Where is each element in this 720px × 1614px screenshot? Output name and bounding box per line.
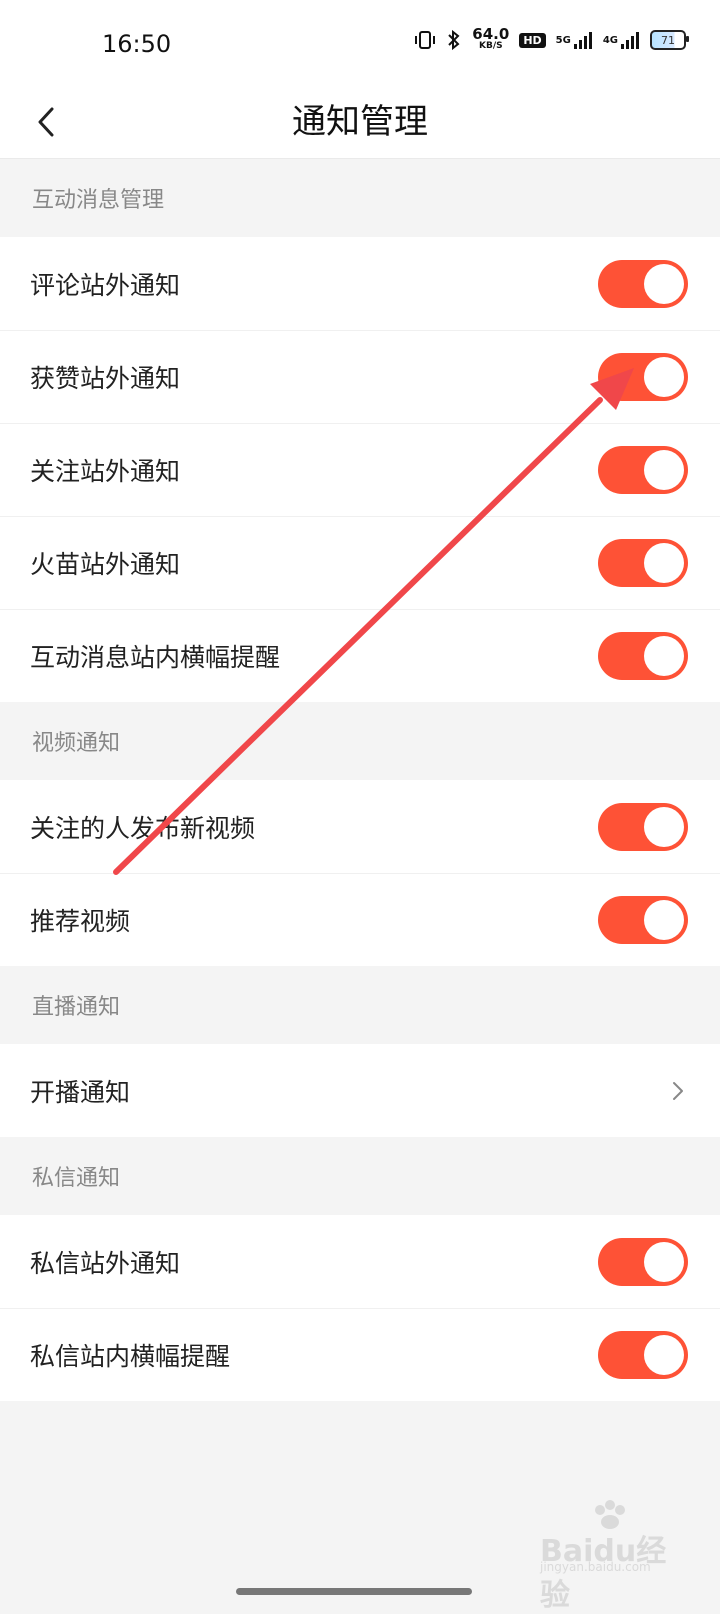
toggle-knob [644, 899, 684, 940]
signal-4g: 4G [603, 30, 640, 50]
message-push-toggle[interactable] [598, 1237, 688, 1286]
watermark-url: jingyan.baidu.com [540, 1560, 651, 1574]
chevron-right-icon [668, 1079, 688, 1103]
signal-5g: 5G [556, 30, 593, 50]
toggle-knob [644, 1334, 684, 1375]
network-type-4g: 4G [602, 34, 618, 46]
setting-row-recommended-video: 推荐视频 [0, 873, 720, 966]
toggle-knob [644, 449, 684, 490]
setting-label: 评论站外通知 [30, 270, 181, 300]
signal-bars-icon [621, 32, 639, 49]
nav-bar: 通知管理 [0, 90, 720, 159]
recommended-video-toggle[interactable] [598, 895, 688, 944]
signal-bars-icon [573, 32, 592, 49]
network-speed-unit: KB/S [479, 41, 503, 51]
section-header-video: 视频通知 [0, 702, 720, 780]
setting-label: 获赞站外通知 [30, 363, 181, 393]
setting-label: 火苗站外通知 [30, 549, 181, 579]
setting-row-interaction-banner: 互动消息站内横幅提醒 [0, 609, 720, 702]
status-time: 16:50 [102, 30, 172, 58]
bluetooth-icon [446, 29, 462, 51]
setting-label: 私信站外通知 [30, 1248, 181, 1278]
setting-row-followed-new-video: 关注的人发布新视频 [0, 780, 720, 873]
message-banner-toggle[interactable] [598, 1330, 688, 1379]
status-icons: 64.0 KB/S HD 5G 4G 71 [414, 25, 689, 52]
setting-row-message-banner: 私信站内横幅提醒 [0, 1308, 720, 1401]
interaction-banner-toggle[interactable] [598, 631, 688, 680]
comment-toggle[interactable] [598, 259, 688, 308]
setting-label: 推荐视频 [30, 906, 131, 936]
followed-new-video-toggle[interactable] [598, 802, 688, 851]
setting-row-comment: 评论站外通知 [0, 237, 720, 330]
status-bar: 16:50 64.0 KB/S HD 5G 4G 71 [0, 0, 720, 90]
setting-label: 互动消息站内横幅提醒 [30, 642, 281, 672]
home-indicator[interactable] [236, 1588, 472, 1595]
toggle-knob [644, 806, 684, 847]
network-type-5g: 5G [555, 34, 571, 46]
flame-toggle[interactable] [598, 538, 688, 587]
battery-icon: 71 [650, 30, 689, 50]
section-header-interaction: 互动消息管理 [0, 159, 720, 237]
follow-toggle[interactable] [598, 445, 688, 494]
toggle-knob [644, 1241, 684, 1282]
settings-list: 互动消息管理 评论站外通知 获赞站外通知 关注站外通知 火苗站外通知 互动消息站… [0, 159, 720, 1401]
toggle-knob [644, 356, 684, 397]
setting-label: 私信站内横幅提醒 [30, 1341, 231, 1371]
network-speed-value: 64.0 [472, 25, 510, 43]
setting-label: 开播通知 [30, 1077, 131, 1107]
like-toggle[interactable] [598, 352, 688, 401]
setting-label: 关注站外通知 [30, 456, 181, 486]
page-title: 通知管理 [292, 102, 428, 142]
hd-badge: HD [519, 32, 546, 48]
toggle-knob [644, 542, 684, 583]
setting-row-follow: 关注站外通知 [0, 423, 720, 516]
network-speed: 64.0 KB/S [472, 25, 510, 52]
battery-level: 71 [661, 33, 675, 47]
toggle-knob [644, 263, 684, 304]
setting-row-live-start[interactable]: 开播通知 [0, 1044, 720, 1137]
toggle-knob [644, 635, 684, 676]
vibrate-icon [414, 29, 436, 51]
section-header-message: 私信通知 [0, 1137, 720, 1215]
setting-row-like: 获赞站外通知 [0, 330, 720, 423]
setting-row-flame: 火苗站外通知 [0, 516, 720, 609]
setting-label: 关注的人发布新视频 [30, 813, 256, 843]
section-header-live: 直播通知 [0, 966, 720, 1044]
setting-row-message-push: 私信站外通知 [0, 1215, 720, 1308]
watermark-logo: Baidu经验 jingyan.baidu.com [540, 1500, 690, 1613]
